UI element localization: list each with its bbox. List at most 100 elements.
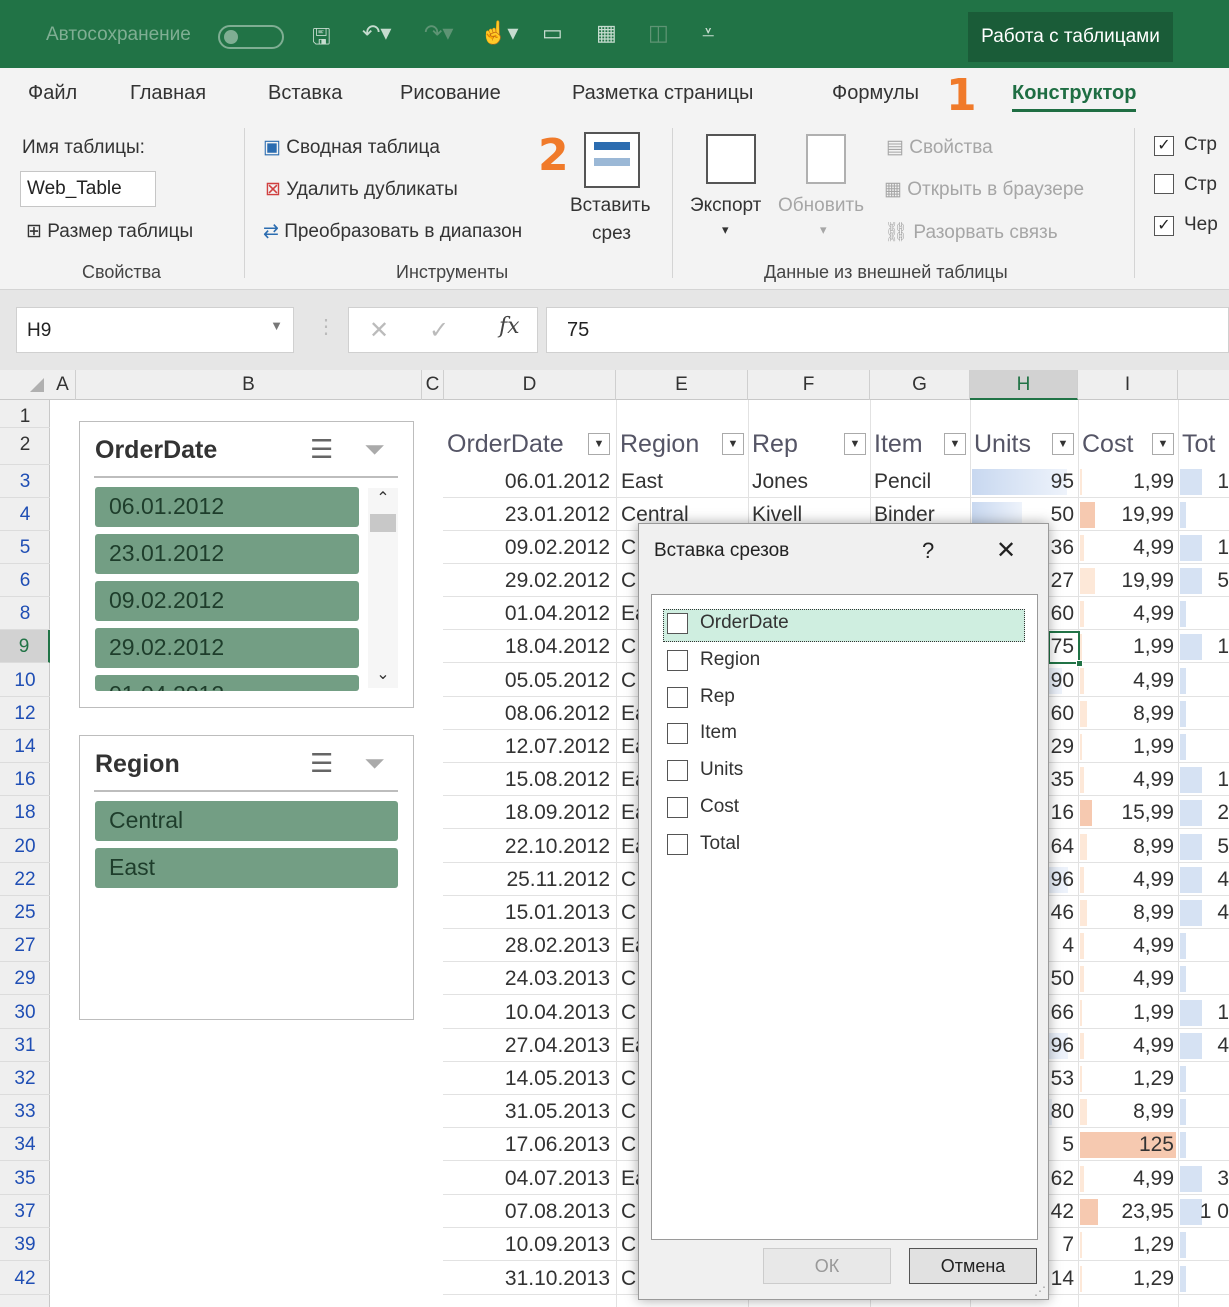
col-header-selected[interactable]: H [970,370,1078,400]
cell-total[interactable] [1186,1262,1229,1295]
row-header[interactable]: 6 [0,564,50,597]
cell-orderdate[interactable]: 18.04.2012 [450,630,610,663]
cell-cost[interactable]: 4,99 [1082,763,1174,796]
cell-cost[interactable]: 15,99 [1082,796,1174,829]
cell-orderdate[interactable]: 31.05.2013 [450,1095,610,1128]
slicer-scrollbar[interactable]: ⌃ ⌄ [368,488,398,688]
field-checkbox[interactable] [667,612,688,634]
cell-orderdate[interactable]: 04.07.2013 [450,1162,610,1195]
tab-design[interactable]: Конструктор [1012,82,1137,112]
field-checkbox[interactable] [667,759,688,781]
autosave-toggle[interactable] [218,25,284,49]
total-row-checkbox[interactable] [1154,174,1174,194]
field-item-region[interactable]: Region [667,647,760,673]
export-dropdown-icon[interactable]: ▾ [722,222,729,238]
slicer-item[interactable]: 06.01.2012 [95,487,359,527]
clear-filter-icon[interactable]: ⏷ [364,434,385,466]
resize-grip-icon[interactable]: ⋰ [1034,1284,1046,1298]
scroll-up-icon[interactable]: ⌃ [368,488,398,508]
row-header[interactable]: 2 [0,428,50,465]
cell-cost[interactable]: 19,99 [1082,564,1174,597]
cell-orderdate[interactable]: 01.04.2012 [450,597,610,630]
cell-cost[interactable]: 4,99 [1082,1162,1174,1195]
scroll-thumb[interactable] [370,514,396,532]
form-icon[interactable]: ▦ [596,20,617,46]
cell-orderdate[interactable]: 10.04.2013 [450,996,610,1029]
cell-total[interactable]: 1 [1186,763,1229,796]
cell-orderdate[interactable]: 10.09.2013 [450,1228,610,1261]
filter-dropdown-icon[interactable]: ▼ [1052,433,1074,455]
cell-cost[interactable]: 1,99 [1082,996,1174,1029]
select-all-icon[interactable] [30,378,44,392]
cell-cost[interactable]: 125 [1082,1128,1174,1161]
cell-rep[interactable]: Jones [752,465,866,498]
tab-draw[interactable]: Рисование [400,82,501,105]
cell-orderdate[interactable]: 14.05.2013 [450,1062,610,1095]
slicer-item[interactable]: 09.02.2012 [95,581,359,621]
row-header[interactable]: 42 [0,1262,50,1295]
clear-filter-icon[interactable]: ⏷ [364,748,385,780]
cell-orderdate[interactable]: 29.02.2012 [450,564,610,597]
cell-orderdate[interactable]: 27.04.2013 [450,1029,610,1062]
cell-orderdate[interactable]: 17.06.2013 [450,1128,610,1161]
cell-cost[interactable]: 1,99 [1082,465,1174,498]
tab-home[interactable]: Главная [130,82,206,105]
table-name-input[interactable]: Web_Table [20,171,156,207]
cell-cost[interactable]: 8,99 [1082,896,1174,929]
cell-cost[interactable]: 8,99 [1082,830,1174,863]
ok-button[interactable]: ОК [763,1248,891,1284]
cell-cost[interactable]: 4,99 [1082,863,1174,896]
row-header[interactable]: 4 [0,498,50,531]
insert-slicer-icon[interactable] [584,132,640,188]
cell-total[interactable]: 1 [1186,531,1229,564]
field-checkbox[interactable] [667,722,688,744]
row-header[interactable]: 5 [0,531,50,564]
cell-total[interactable] [1186,929,1229,962]
cell-total[interactable] [1186,597,1229,630]
cell-cost[interactable]: 4,99 [1082,929,1174,962]
cell-total[interactable] [1186,1128,1229,1161]
field-item-total[interactable]: Total [667,831,740,857]
cell-orderdate[interactable]: 15.08.2012 [450,763,610,796]
field-item-cost[interactable]: Cost [667,794,739,820]
cell-cost[interactable]: 8,99 [1082,1095,1174,1128]
confirm-entry-icon[interactable]: ✓ [429,316,449,345]
col-header[interactable]: F [748,370,870,400]
row-header[interactable]: 37 [0,1195,50,1228]
tab-formulas[interactable]: Формулы [832,82,919,105]
open-folder-icon[interactable]: ▭ [542,20,563,46]
field-item-orderdate[interactable]: OrderDate [667,610,789,636]
field-checkbox[interactable] [667,833,688,855]
resize-table-button[interactable]: ⊞ Размер таблицы [26,220,193,243]
cell-total[interactable]: 1 [1186,630,1229,663]
cell-cost[interactable]: 1,99 [1082,630,1174,663]
filter-dropdown-icon[interactable]: ▼ [944,433,966,455]
row-header[interactable]: 10 [0,664,50,697]
cell-orderdate[interactable]: 28.02.2013 [450,929,610,962]
cell-total[interactable] [1186,1095,1229,1128]
cell-region[interactable]: East [621,465,745,498]
row-header[interactable]: 35 [0,1162,50,1195]
row-header[interactable]: 16 [0,763,50,796]
col-header[interactable]: B [76,370,422,400]
cell-total[interactable] [1186,498,1229,531]
tab-file[interactable]: Файл [28,82,77,105]
cell-total[interactable]: 4 [1186,1029,1229,1062]
row-header[interactable]: 31 [0,1029,50,1062]
cell-orderdate[interactable]: 31.10.2013 [450,1262,610,1295]
col-header[interactable]: G [870,370,970,400]
field-checkbox[interactable] [667,796,688,818]
formula-input[interactable]: 75 [546,307,1229,353]
cell-total[interactable]: 4 [1186,863,1229,896]
row-header[interactable]: 3 [0,465,50,498]
filter-applied-icon[interactable]: ▼ [844,433,866,455]
cell-cost[interactable]: 1,29 [1082,1262,1174,1295]
slicer-item[interactable]: 29.02.2012 [95,628,359,668]
export-icon[interactable] [706,134,756,184]
row-header[interactable]: 34 [0,1128,50,1161]
cell-orderdate[interactable]: 05.05.2012 [450,664,610,697]
row-header[interactable]: 8 [0,597,50,630]
tab-insert[interactable]: Вставка [268,82,342,105]
cell-orderdate[interactable]: 12.07.2012 [450,730,610,763]
cell-units[interactable]: 95 [974,465,1074,498]
